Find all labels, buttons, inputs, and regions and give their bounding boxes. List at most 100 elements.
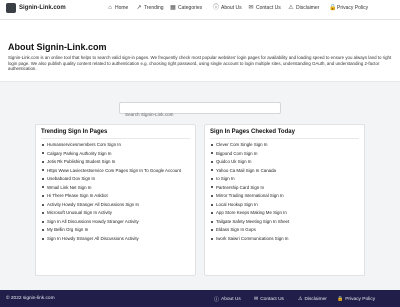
footer-contact-us-label: Contact Us: [260, 296, 284, 302]
warning-icon: ⚠: [288, 5, 294, 11]
bullet-icon: [211, 160, 213, 163]
list-item: Wmail Link Net Sign In: [41, 185, 191, 190]
nav-categories-label: Categories: [178, 5, 203, 11]
list-item-link[interactable]: Jetis Rk Publishing Student Sign In: [47, 159, 115, 164]
footer-privacy-policy-label: Privacy Policy: [345, 296, 376, 302]
nav-disclaimer[interactable]: ⚠ Disclaimer: [288, 5, 319, 11]
list-item: My Bellin Org Sign In: [41, 227, 191, 232]
footer-contact-us[interactable]: ✉ Contact Us: [254, 296, 284, 302]
warning-icon: ⚠: [298, 296, 303, 302]
trending-list: Humanservicesmembers Com Sign In Calgary…: [41, 142, 191, 245]
nav-about-us-label: About Us: [221, 5, 242, 11]
list-item: Partnership Card Sign In: [210, 185, 360, 190]
list-item: Sign In All Discussions Howdy Stranger A…: [41, 219, 191, 224]
list-item-link[interactable]: Calgary Parking Authority Sign In: [47, 151, 111, 156]
list-item-link[interactable]: Bigpond Com Sign In: [216, 151, 258, 156]
categories-icon: ▦: [170, 5, 176, 11]
list-item-link[interactable]: Https Www Laviectestservice Com Pages Si…: [47, 168, 181, 173]
list-item: Microsoft Unusual Sign In Activity: [41, 210, 191, 215]
list-item-link[interactable]: Humanservicesmembers Com Sign In: [47, 142, 121, 147]
list-item: Iwork Saiwri Communications Sign In: [210, 236, 360, 241]
list-item: Sign In Howdy Stranger All Discussions A…: [41, 236, 191, 241]
checked-today-card: Sign In Pages Checked Today Clever Com S…: [204, 124, 365, 276]
footer: © 2022 signin-link.com ⓘ About Us ✉ Cont…: [0, 290, 400, 307]
bullet-icon: [42, 220, 44, 223]
logo-text: Signin-Link.com: [19, 5, 66, 11]
mail-icon: ✉: [248, 5, 254, 11]
list-item-link[interactable]: Yahoo Ca Mail Sign In Canada: [216, 168, 276, 173]
footer-disclaimer[interactable]: ⚠ Disclaimer: [298, 296, 327, 302]
nav-privacy-policy[interactable]: 🔒 Privacy Policy: [329, 5, 368, 11]
footer-about-us-label: About Us: [221, 297, 241, 302]
bullet-icon: [42, 203, 44, 206]
bullet-icon: [211, 212, 213, 215]
bullet-icon: [42, 212, 44, 215]
list-item: Jetis Rk Publishing Student Sign In: [41, 159, 191, 164]
list-item-link[interactable]: Microsoft Unusual Sign In Activity: [47, 210, 112, 215]
list-item: Quidco Uk Sign In: [210, 159, 360, 164]
list-item: Tailgate Safety Meeting Sign In Sheet: [210, 219, 360, 224]
list-item-link[interactable]: App Store Keeps Making Me Sign In: [216, 210, 287, 215]
checked-today-title: Sign In Pages Checked Today: [210, 129, 295, 135]
list-item-link[interactable]: Clever Com Single Sign In: [216, 142, 268, 147]
footer-privacy-policy[interactable]: 🔒 Privacy Policy: [337, 296, 375, 302]
list-item-link[interactable]: Iwork Saiwri Communications Sign In: [216, 236, 288, 241]
about-section: About Signin-Link.com Signin-Link.com is…: [0, 20, 400, 82]
list-item-link[interactable]: Sign In Howdy Stranger All Discussions A…: [47, 236, 139, 241]
list-item-link[interactable]: Io Sign In: [216, 176, 235, 181]
bullet-icon: [42, 229, 44, 232]
nav-home[interactable]: ⌂ Home: [107, 5, 128, 11]
list-item-link[interactable]: Quidco Uk Sign In: [216, 159, 251, 164]
footer-about-us[interactable]: ⓘ About Us: [214, 296, 241, 303]
about-text: Signin-Link.com is an online tool that h…: [8, 55, 392, 72]
bullet-icon: [211, 229, 213, 232]
bullet-icon: [42, 186, 44, 189]
bullet-icon: [211, 186, 213, 189]
list-item-link[interactable]: Wmail Link Net Sign In: [47, 185, 91, 190]
bullet-icon: [211, 237, 213, 240]
footer-disclaimer-label: Disclaimer: [304, 296, 327, 302]
nav-contact-us[interactable]: ✉ Contact Us: [248, 5, 281, 11]
site-logo[interactable]: Signin-Link.com: [6, 3, 66, 13]
list-item: Calgary Parking Authority Sign In: [41, 151, 191, 156]
list-item-link[interactable]: Usebaboard Gov Sign In: [47, 176, 95, 181]
list-item: Bigpond Com Sign In: [210, 151, 360, 156]
info-icon: ⓘ: [213, 5, 220, 11]
list-item-link[interactable]: Activity Howdy Stranger All Discussions …: [47, 202, 139, 207]
bullet-icon: [42, 152, 44, 155]
list-item-link[interactable]: Local Hookup Sign In: [216, 202, 258, 207]
list-item: Activity Howdy Stranger All Discussions …: [41, 202, 191, 207]
list-item: Local Hookup Sign In: [210, 202, 360, 207]
divider: [210, 138, 359, 139]
nav-contact-us-label: Contact Us: [256, 5, 281, 11]
bullet-icon: [42, 177, 44, 180]
lock-icon: 🔒: [337, 296, 344, 302]
logo-icon: [6, 3, 16, 13]
list-item-link[interactable]: Hi There Please Sign In Askbot: [47, 193, 108, 198]
trending-card: Trending Sign In Pages Humanservicesmemb…: [35, 124, 196, 276]
list-item: App Store Keeps Making Me Sign In: [210, 210, 360, 215]
bullet-icon: [211, 220, 213, 223]
bullet-icon: [42, 237, 44, 240]
list-item-link[interactable]: Partnership Card Sign In: [216, 185, 264, 190]
top-navbar: Signin-Link.com ⌂ Home ↗ Trending ▦ Cate…: [0, 0, 400, 20]
trending-icon: ↗: [136, 5, 142, 11]
list-item-link[interactable]: Mirror Trading International Sign In: [216, 193, 284, 198]
list-item-link[interactable]: My Bellin Org Sign In: [47, 227, 88, 232]
nav-disclaimer-label: Disclaimer: [296, 5, 320, 11]
list-item-link[interactable]: Eldass Sign In Gops: [216, 227, 256, 232]
nav-trending[interactable]: ↗ Trending: [136, 5, 163, 11]
search-box[interactable]: [119, 102, 281, 120]
mail-icon: ✉: [254, 296, 259, 302]
list-item-link[interactable]: Tailgate Safety Meeting Sign In Sheet: [216, 219, 289, 224]
bullet-icon: [211, 194, 213, 197]
list-item: Eldass Sign In Gops: [210, 227, 360, 232]
nav-about-us[interactable]: ⓘ About Us: [213, 5, 242, 11]
search-input[interactable]: [120, 109, 280, 120]
nav-privacy-policy-label: Privacy Policy: [337, 5, 369, 11]
list-item-link[interactable]: Sign In All Discussions Howdy Stranger A…: [47, 219, 139, 224]
list-item: Io Sign In: [210, 176, 360, 181]
divider: [41, 138, 190, 139]
info-icon: ⓘ: [214, 297, 220, 303]
nav-categories[interactable]: ▦ Categories: [170, 5, 202, 11]
